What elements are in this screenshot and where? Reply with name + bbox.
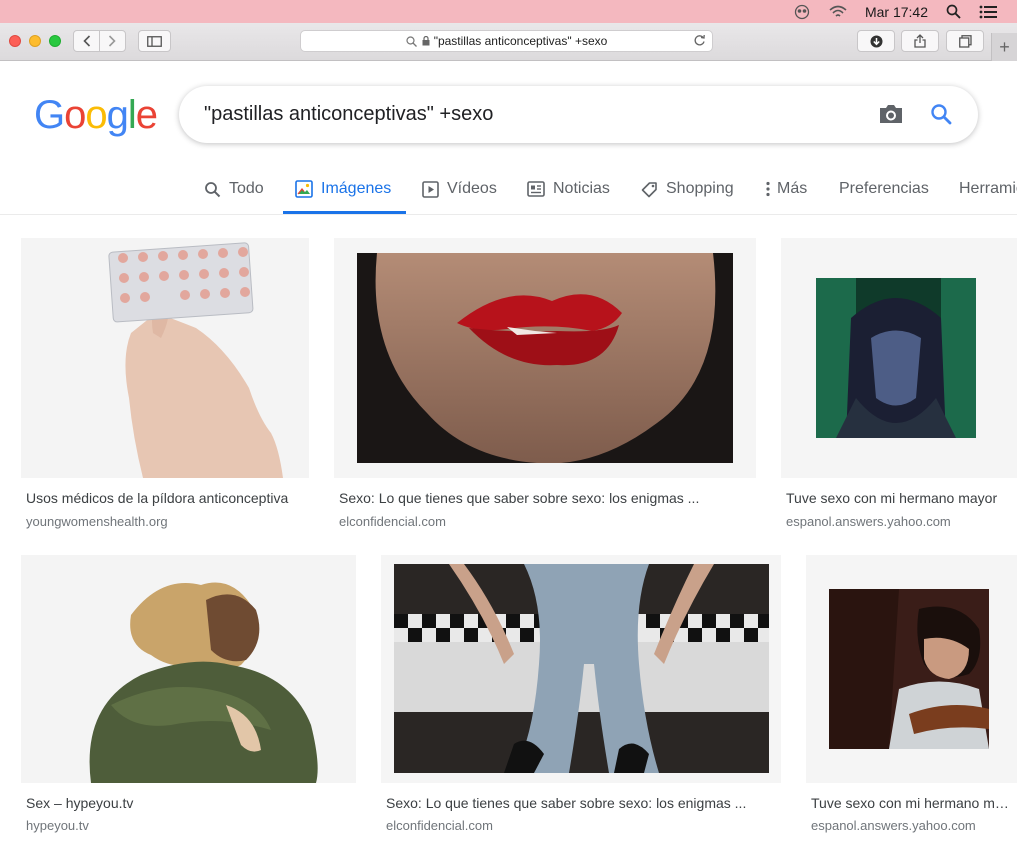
result-title[interactable]: Usos médicos de la píldora anticonceptiv… [26,490,306,506]
reload-icon[interactable] [693,34,706,47]
search-tabs: Todo Imágenes Vídeos Noticias Shopping M… [0,164,1017,215]
image-icon [295,180,313,198]
search-box [179,86,978,143]
search-icon [931,104,952,125]
sidebar-toggle-button[interactable] [138,30,171,52]
forward-button[interactable] [100,31,125,51]
zoom-window-button[interactable] [49,35,61,47]
tab-label: Más [777,180,808,197]
logo-letter: G [34,93,65,137]
image-result[interactable]: Sexo: Lo que tienes que saber sobre sexo… [381,555,781,844]
result-domain: espanol.answers.yahoo.com [811,818,976,833]
tabs-overview-icon [958,34,972,48]
tab-herramientas[interactable]: Herramientas [959,164,1017,214]
tab-label: Todo [229,180,264,197]
show-tabs-button[interactable] [946,30,984,52]
minimize-window-button[interactable] [29,35,41,47]
share-icon [914,34,926,48]
result-thumbnail[interactable] [21,555,356,783]
close-window-button[interactable] [9,35,21,47]
result-thumbnail[interactable] [381,555,781,783]
new-tab-button[interactable]: + [991,33,1017,61]
tag-icon [641,181,657,197]
tab-label: Herramientas [959,180,1017,197]
result-title[interactable]: Tuve sexo con mi hermano mayor [811,795,1011,811]
tab-noticias[interactable]: Noticias [527,164,610,214]
result-domain: espanol.answers.yahoo.com [786,514,951,529]
tab-todo[interactable]: Todo [204,164,264,214]
notification-center-icon[interactable] [979,5,997,19]
tab-mas[interactable]: Más [765,164,807,214]
image-result[interactable]: Sexo: Lo que tienes que saber sobre sexo… [334,238,756,538]
tab-imagenes[interactable]: Imágenes [283,164,406,214]
history-nav [73,30,126,52]
result-thumbnail[interactable] [334,238,756,478]
tab-label: Imágenes [321,180,392,197]
result-domain: hypeyou.tv [26,818,89,833]
chevron-right-icon [109,35,117,47]
address-text: "pastillas anticonceptivas" +sexo [433,34,608,48]
status-owl-icon[interactable] [793,4,811,20]
wifi-icon[interactable] [829,5,847,19]
tab-label: Shopping [666,180,734,197]
image-result[interactable]: Tuve sexo con mi hermano mayor espanol.a… [806,555,1017,844]
lock-icon [422,36,430,46]
result-thumbnail[interactable] [21,238,309,478]
downloads-button[interactable] [857,30,895,52]
share-button[interactable] [901,30,939,52]
google-logo[interactable]: Google [34,93,158,138]
logo-letter: l [127,93,137,137]
macos-menubar: Mar 17:42 [0,0,1017,23]
download-icon [870,35,882,47]
camera-icon [880,105,902,123]
result-title[interactable]: Sex – hypeyou.tv [26,795,351,811]
browser-toolbar: "pastillas anticonceptivas" +sexo [0,23,1017,61]
tab-label: Noticias [553,180,610,197]
result-thumbnail[interactable] [806,555,1017,783]
result-title[interactable]: Sexo: Lo que tienes que saber sobre sexo… [339,490,753,506]
back-button[interactable] [74,31,99,51]
sidebar-icon [147,35,162,47]
menubar-clock[interactable]: Mar 17:42 [865,4,928,20]
result-title[interactable]: Tuve sexo con mi hermano mayor [786,490,1008,506]
logo-letter: g [106,93,129,137]
image-result[interactable]: Usos médicos de la píldora anticonceptiv… [21,238,309,538]
logo-letter: o [85,93,107,137]
logo-letter: o [64,93,86,137]
image-result[interactable]: Tuve sexo con mi hermano mayor espanol.a… [781,238,1017,538]
search-by-image-button[interactable] [878,102,904,131]
logo-letter: e [135,93,158,137]
result-domain: elconfidencial.com [339,514,446,529]
tab-videos[interactable]: Vídeos [422,164,497,214]
search-button[interactable] [929,102,953,131]
search-input[interactable] [204,103,844,126]
search-icon [205,181,221,197]
tab-label: Vídeos [447,180,497,197]
address-bar[interactable]: "pastillas anticonceptivas" +sexo [300,30,713,52]
address-search-icon [406,35,417,47]
spotlight-search-icon[interactable] [946,4,961,19]
more-vert-icon [766,181,770,197]
tab-preferencias[interactable]: Preferencias [839,164,929,214]
video-icon [422,180,439,198]
tab-shopping[interactable]: Shopping [641,164,734,214]
result-thumbnail[interactable] [781,238,1017,478]
image-result[interactable]: Sex – hypeyou.tv hypeyou.tv [21,555,356,844]
tab-label: Preferencias [839,180,929,197]
news-icon [527,181,545,197]
result-title[interactable]: Sexo: Lo que tienes que saber sobre sexo… [386,795,776,811]
result-domain: elconfidencial.com [386,818,493,833]
result-domain: youngwomenshealth.org [26,514,168,529]
chevron-left-icon [82,35,90,47]
